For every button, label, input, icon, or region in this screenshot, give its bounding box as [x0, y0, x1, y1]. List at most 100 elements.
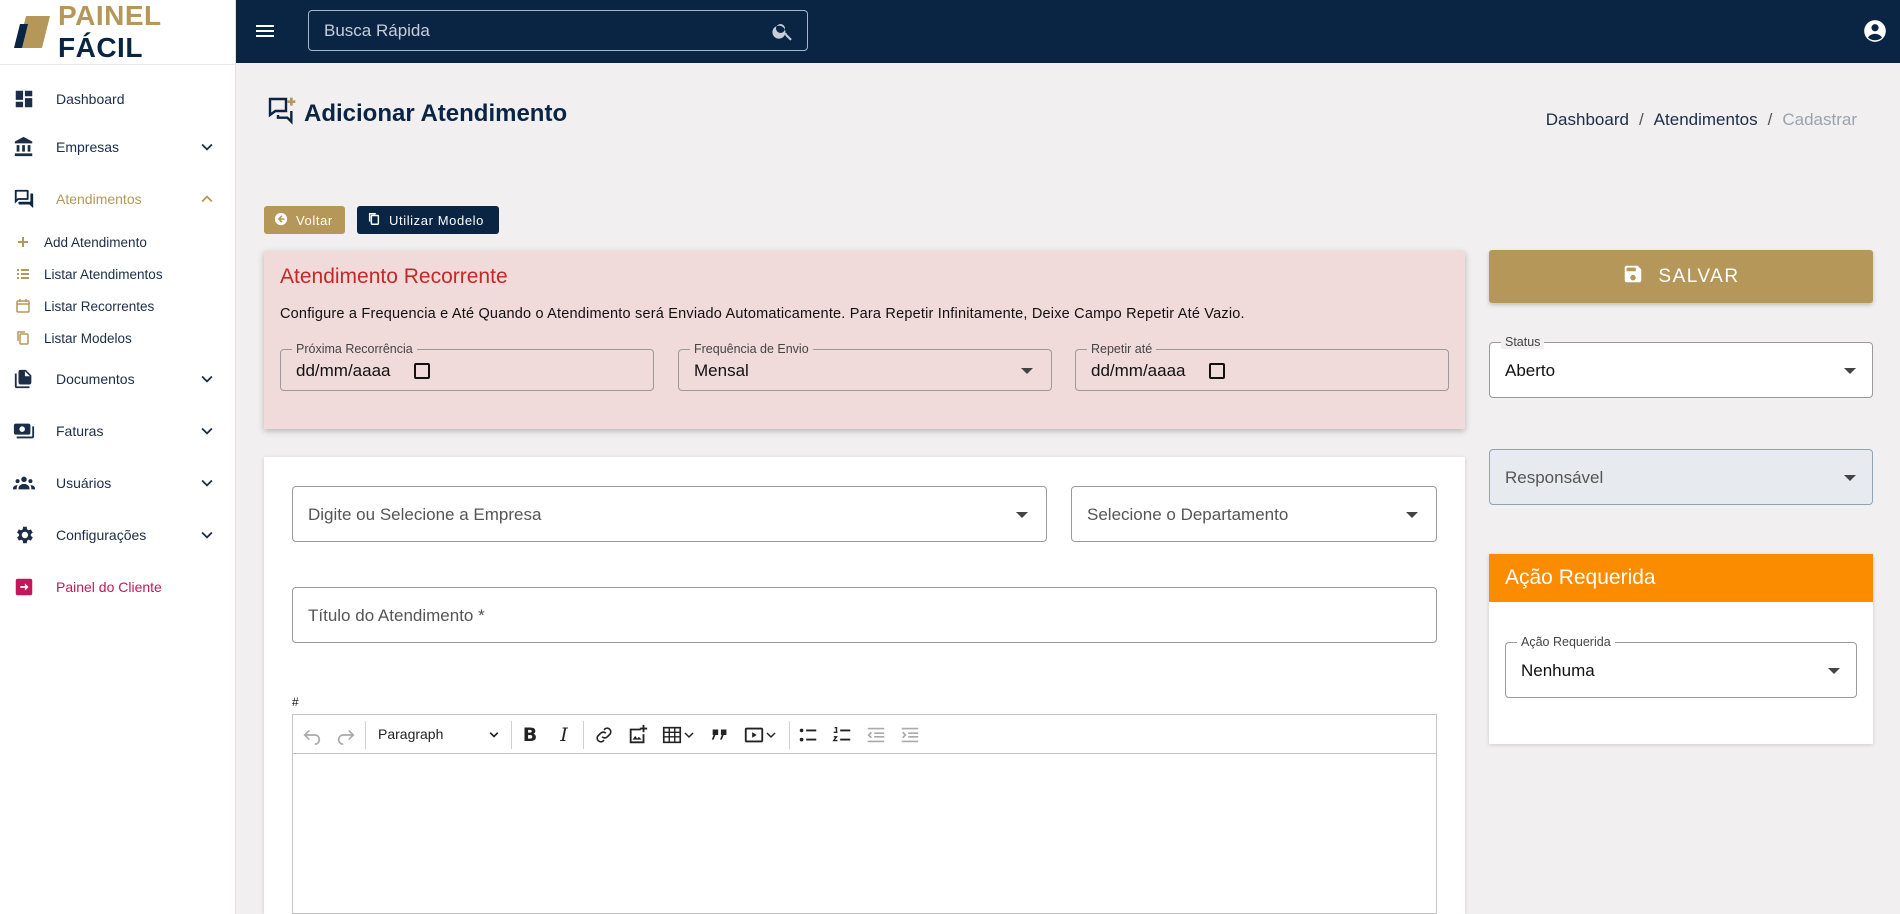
- users-icon: [12, 471, 36, 495]
- quote-icon[interactable]: [709, 724, 731, 746]
- sidebar-subitem-listar-atendimentos[interactable]: Listar Atendimentos: [0, 259, 236, 289]
- table-icon[interactable]: [661, 724, 683, 746]
- next-recurrence-field[interactable]: Próxima Recorrência dd/mm/aaaa: [280, 342, 654, 391]
- title-placeholder: Título do Atendimento *: [308, 606, 485, 625]
- frequency-value: Mensal: [694, 361, 749, 380]
- responsible-select[interactable]: Responsável: [1489, 449, 1873, 505]
- breadcrumb-current: Cadastrar: [1782, 110, 1857, 129]
- sidebar-item-label: Empresas: [56, 139, 120, 155]
- insert-image-icon[interactable]: [627, 724, 649, 746]
- sidebar-subitem-label: Listar Atendimentos: [44, 266, 163, 282]
- frequency-select[interactable]: Frequência de Envio Mensal: [678, 342, 1052, 391]
- back-label: Voltar: [296, 212, 333, 228]
- bold-icon[interactable]: B: [519, 724, 541, 746]
- sidebar-item-painel-cliente[interactable]: Painel do Cliente: [0, 567, 236, 607]
- chevron-down-icon[interactable]: [763, 724, 785, 746]
- calendar-icon[interactable]: [1209, 363, 1225, 379]
- use-template-label: Utilizar Modelo: [389, 212, 484, 228]
- action-required-value: Nenhuma: [1521, 661, 1595, 680]
- chevron-down-icon[interactable]: [681, 724, 703, 746]
- sidebar-item-documentos[interactable]: Documentos: [0, 359, 236, 399]
- dropdown-arrow-icon: [1828, 668, 1840, 674]
- account-icon[interactable]: [1862, 18, 1888, 49]
- sidebar-item-label: Atendimentos: [56, 191, 142, 207]
- search-placeholder: Busca Rápida: [324, 20, 430, 40]
- chevron-down-icon: [196, 472, 218, 494]
- chevron-up-icon: [196, 188, 218, 210]
- sidebar-item-faturas[interactable]: Faturas: [0, 411, 236, 451]
- save-icon: [1622, 263, 1644, 291]
- gear-icon: [12, 523, 36, 547]
- company-placeholder: Digite ou Selecione a Empresa: [308, 505, 542, 524]
- chevron-down-icon: [196, 368, 218, 390]
- undo-icon[interactable]: [301, 724, 323, 746]
- breadcrumb-separator: /: [1638, 110, 1644, 129]
- save-button[interactable]: SALVAR: [1489, 250, 1873, 303]
- chevron-down-icon[interactable]: [485, 724, 507, 746]
- department-placeholder: Selecione o Departamento: [1087, 505, 1289, 524]
- status-select[interactable]: Status Aberto: [1489, 335, 1873, 398]
- calendar-icon: [15, 298, 31, 314]
- department-select[interactable]: Selecione o Departamento: [1071, 486, 1437, 542]
- sidebar-subitem-listar-recorrentes[interactable]: Listar Recorrentes: [0, 291, 236, 321]
- breadcrumb-separator: /: [1767, 110, 1773, 129]
- italic-icon[interactable]: I: [553, 724, 575, 746]
- indent-icon[interactable]: [899, 724, 921, 746]
- sidebar-item-label: Dashboard: [56, 91, 125, 107]
- bank-icon: [12, 135, 36, 159]
- sidebar-item-configuracoes[interactable]: Configurações: [0, 515, 236, 555]
- breadcrumb-dashboard[interactable]: Dashboard: [1546, 110, 1629, 130]
- page-title: Adicionar Atendimento: [304, 100, 568, 127]
- payments-icon: [12, 419, 36, 443]
- media-embed-icon[interactable]: [743, 724, 765, 746]
- action-required-select[interactable]: Ação Requerida Nenhuma: [1505, 635, 1857, 698]
- dropdown-arrow-icon: [1844, 475, 1856, 481]
- sidebar-subitem-add-atendimento[interactable]: Add Atendimento: [0, 227, 236, 257]
- numbered-list-icon[interactable]: [831, 724, 853, 746]
- sidebar-item-usuarios[interactable]: Usuários: [0, 463, 236, 503]
- link-icon[interactable]: [593, 724, 615, 746]
- sidebar-item-dashboard[interactable]: Dashboard: [0, 79, 236, 119]
- chevron-down-icon: [196, 136, 218, 158]
- calendar-icon[interactable]: [414, 363, 430, 379]
- menu-icon[interactable]: [252, 19, 278, 43]
- exit-icon: [12, 575, 36, 599]
- company-select[interactable]: Digite ou Selecione a Empresa: [292, 486, 1047, 542]
- outdent-icon[interactable]: [865, 724, 887, 746]
- search-input[interactable]: Busca Rápida: [308, 10, 808, 51]
- forum-icon: [12, 187, 36, 211]
- add-comment-icon: [266, 95, 298, 132]
- back-button[interactable]: Voltar: [264, 206, 345, 234]
- next-recurrence-label: Próxima Recorrência: [292, 342, 417, 356]
- search-icon[interactable]: [771, 19, 795, 48]
- action-required-card: Ação Requerida Ação Requerida Nenhuma: [1489, 554, 1873, 744]
- sidebar-item-label: Faturas: [56, 423, 104, 439]
- status-label: Status: [1501, 335, 1545, 349]
- list-icon: [15, 266, 31, 282]
- repeat-until-label: Repetir até: [1087, 342, 1157, 356]
- sidebar-item-atendimentos[interactable]: Atendimentos: [0, 179, 236, 219]
- use-template-button[interactable]: Utilizar Modelo: [357, 206, 499, 234]
- breadcrumb-atendimentos[interactable]: Atendimentos: [1654, 110, 1758, 130]
- sidebar-subitem-label: Add Atendimento: [44, 234, 147, 250]
- dropdown-arrow-icon: [1016, 512, 1028, 518]
- paragraph-select[interactable]: Paragraph: [378, 726, 443, 742]
- redo-icon[interactable]: [335, 724, 357, 746]
- brand-logo[interactable]: PAINEL FÁCIL: [0, 0, 235, 65]
- title-input[interactable]: Título do Atendimento *: [292, 587, 1437, 643]
- editor-hash-label: #: [292, 695, 299, 709]
- chevron-down-icon: [196, 420, 218, 442]
- bulleted-list-icon[interactable]: [797, 724, 819, 746]
- sidebar-subitem-listar-modelos[interactable]: Listar Modelos: [0, 323, 236, 353]
- next-recurrence-value: dd/mm/aaaa: [296, 361, 391, 380]
- repeat-until-field[interactable]: Repetir até dd/mm/aaaa: [1075, 342, 1449, 391]
- dropdown-arrow-icon: [1406, 512, 1418, 518]
- rich-text-editor[interactable]: [292, 753, 1437, 914]
- repeat-until-value: dd/mm/aaaa: [1091, 361, 1186, 380]
- recurring-title: Atendimento Recorrente: [280, 265, 508, 288]
- dashboard-icon: [12, 87, 36, 111]
- chevron-down-icon: [196, 524, 218, 546]
- topbar: Busca Rápida: [236, 0, 1900, 63]
- sidebar-item-empresas[interactable]: Empresas: [0, 127, 236, 167]
- logo-mark-icon: [12, 14, 52, 50]
